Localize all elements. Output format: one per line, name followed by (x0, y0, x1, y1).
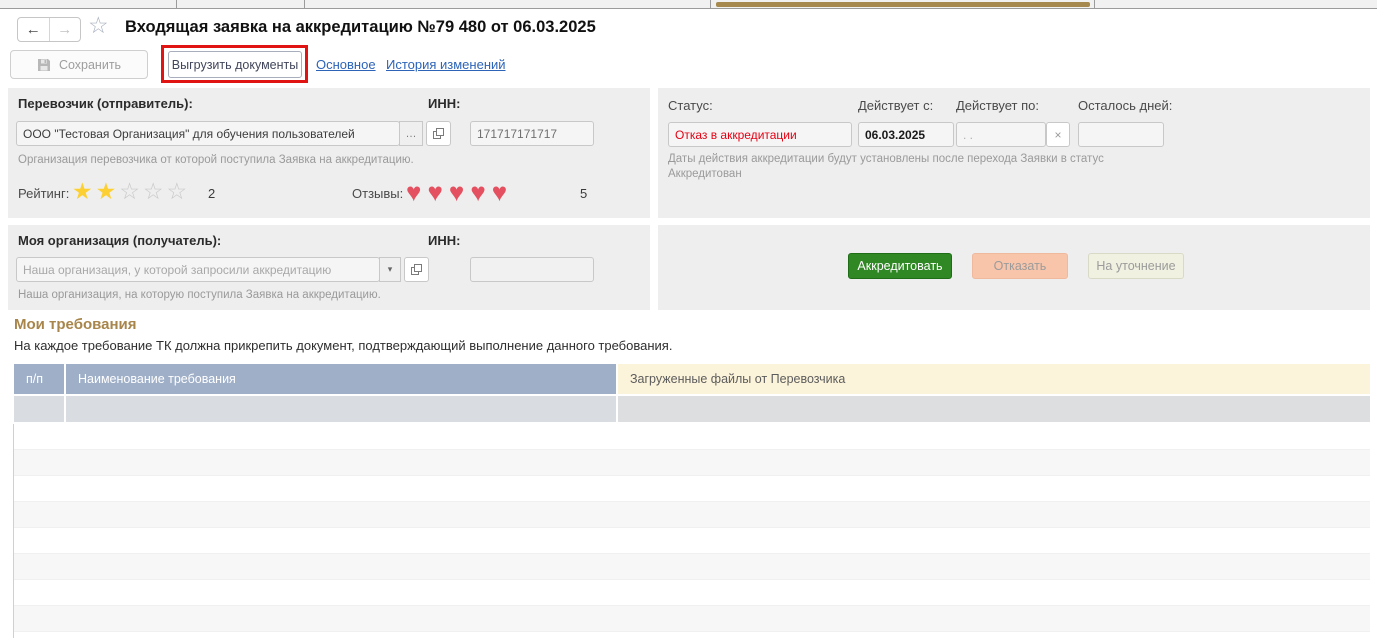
my-org-open-icon[interactable] (404, 257, 429, 282)
tab-divider (1094, 0, 1095, 8)
rating-stars[interactable]: ★★☆☆☆ (72, 180, 190, 204)
tab-divider (304, 0, 305, 8)
heart-icon: ♥ (491, 177, 514, 207)
nav-link-change-history[interactable]: История изменений (386, 57, 506, 72)
empty-stripe (14, 554, 1370, 580)
upload-documents-button[interactable]: Выгрузить документы (168, 51, 302, 78)
table-row[interactable] (66, 396, 616, 422)
reviews-hearts: ♥♥♥♥♥ (406, 177, 514, 207)
valid-from-label: Действует с: (858, 98, 934, 113)
column-header-requirement-name[interactable]: Наименование требования (66, 364, 616, 394)
forward-arrow-icon: → (57, 21, 73, 38)
actions-panel: Аккредитовать Отказать На уточнение (658, 225, 1370, 310)
tab-divider (710, 0, 711, 8)
heart-icon: ♥ (427, 177, 449, 207)
empty-stripe (14, 476, 1370, 502)
empty-stripe (14, 580, 1370, 606)
requirements-title: Мои требования (14, 316, 137, 333)
window-tab-strip[interactable] (0, 0, 1377, 9)
status-panel: Статус: Отказ в аккредитации Действует с… (658, 88, 1370, 218)
carrier-panel: Перевозчик (отправитель): ИНН: … Организ… (8, 88, 650, 218)
my-org-input[interactable] (16, 257, 380, 282)
nav-link-main[interactable]: Основное (316, 57, 376, 72)
carrier-hint: Организация перевозчика от которой посту… (18, 154, 414, 166)
table-empty-area (13, 424, 1370, 638)
my-org-label: Моя организация (получатель): (18, 233, 222, 248)
column-header-uploaded-files[interactable]: Загруженные файлы от Перевозчика (618, 364, 1370, 394)
star-filled-icon[interactable]: ★ (72, 178, 96, 204)
valid-to-clear-icon[interactable]: × (1046, 122, 1070, 147)
save-button-label: Сохранить (58, 57, 122, 72)
carrier-input[interactable] (16, 121, 400, 146)
table-row[interactable] (14, 396, 64, 422)
valid-to-label: Действует по: (956, 98, 1039, 113)
my-org-inn-input (470, 257, 594, 282)
save-button[interactable]: Сохранить (10, 50, 148, 79)
empty-stripe (14, 450, 1370, 476)
days-left-label: Осталось дней: (1078, 98, 1173, 113)
star-filled-icon[interactable]: ★ (96, 178, 120, 204)
heart-icon: ♥ (406, 177, 428, 207)
valid-to-field[interactable]: . . (956, 122, 1046, 147)
requirements-subtitle: На каждое требование ТК должна прикрепит… (14, 338, 673, 353)
back-arrow-icon: ← (25, 21, 41, 38)
floppy-disk-icon (37, 58, 50, 71)
clarify-button[interactable]: На уточнение (1088, 253, 1184, 279)
reviews-label: Отзывы: (352, 186, 404, 201)
empty-stripe (14, 424, 1370, 450)
my-organization-panel: Моя организация (получатель): ИНН: ▾ Наш… (8, 225, 650, 310)
active-tab-indicator[interactable] (716, 2, 1090, 7)
tab-divider (176, 0, 177, 8)
table-row[interactable] (618, 396, 1370, 422)
my-org-dropdown-icon[interactable]: ▾ (379, 257, 401, 282)
carrier-label: Перевозчик (отправитель): (18, 96, 193, 111)
accredit-button[interactable]: Аккредитовать (848, 253, 952, 279)
star-empty-icon[interactable]: ☆ (119, 178, 143, 204)
empty-stripe (14, 502, 1370, 528)
rating-label: Рейтинг: (18, 186, 70, 201)
star-empty-icon[interactable]: ☆ (167, 178, 191, 204)
reject-button[interactable]: Отказать (972, 253, 1068, 279)
page-title: Входящая заявка на аккредитацию №79 480 … (125, 18, 596, 36)
reviews-value: 5 (580, 186, 588, 201)
status-hint: Даты действия аккредитации будут установ… (668, 153, 1104, 180)
column-header-number[interactable]: п/п (14, 364, 64, 394)
carrier-open-icon[interactable] (426, 121, 451, 146)
carrier-inn-input[interactable] (470, 121, 594, 146)
open-in-new-icon (433, 128, 444, 139)
empty-stripe (14, 528, 1370, 554)
status-label: Статус: (668, 98, 713, 113)
carrier-lookup-button[interactable]: … (399, 121, 423, 146)
star-empty-icon[interactable]: ☆ (143, 178, 167, 204)
application-window: ← → ☆ Входящая заявка на аккредитацию №7… (0, 0, 1377, 638)
valid-from-field[interactable]: 06.03.2025 (858, 122, 954, 147)
history-nav-group: ← → (17, 17, 81, 42)
open-in-new-icon (411, 264, 422, 275)
forward-button[interactable]: → (50, 18, 81, 41)
heart-icon: ♥ (470, 177, 492, 207)
upload-documents-label: Выгрузить документы (171, 57, 299, 72)
back-button[interactable]: ← (18, 18, 50, 41)
favorite-star-icon[interactable]: ☆ (88, 12, 109, 39)
empty-stripe (14, 606, 1370, 632)
my-org-hint: Наша организация, на которую поступила З… (18, 289, 381, 301)
my-org-inn-label: ИНН: (428, 233, 461, 248)
rating-value: 2 (208, 186, 216, 201)
status-value-field: Отказ в аккредитации (668, 122, 852, 147)
carrier-inn-label: ИНН: (428, 96, 461, 111)
days-left-field (1078, 122, 1164, 147)
heart-icon: ♥ (448, 177, 471, 207)
